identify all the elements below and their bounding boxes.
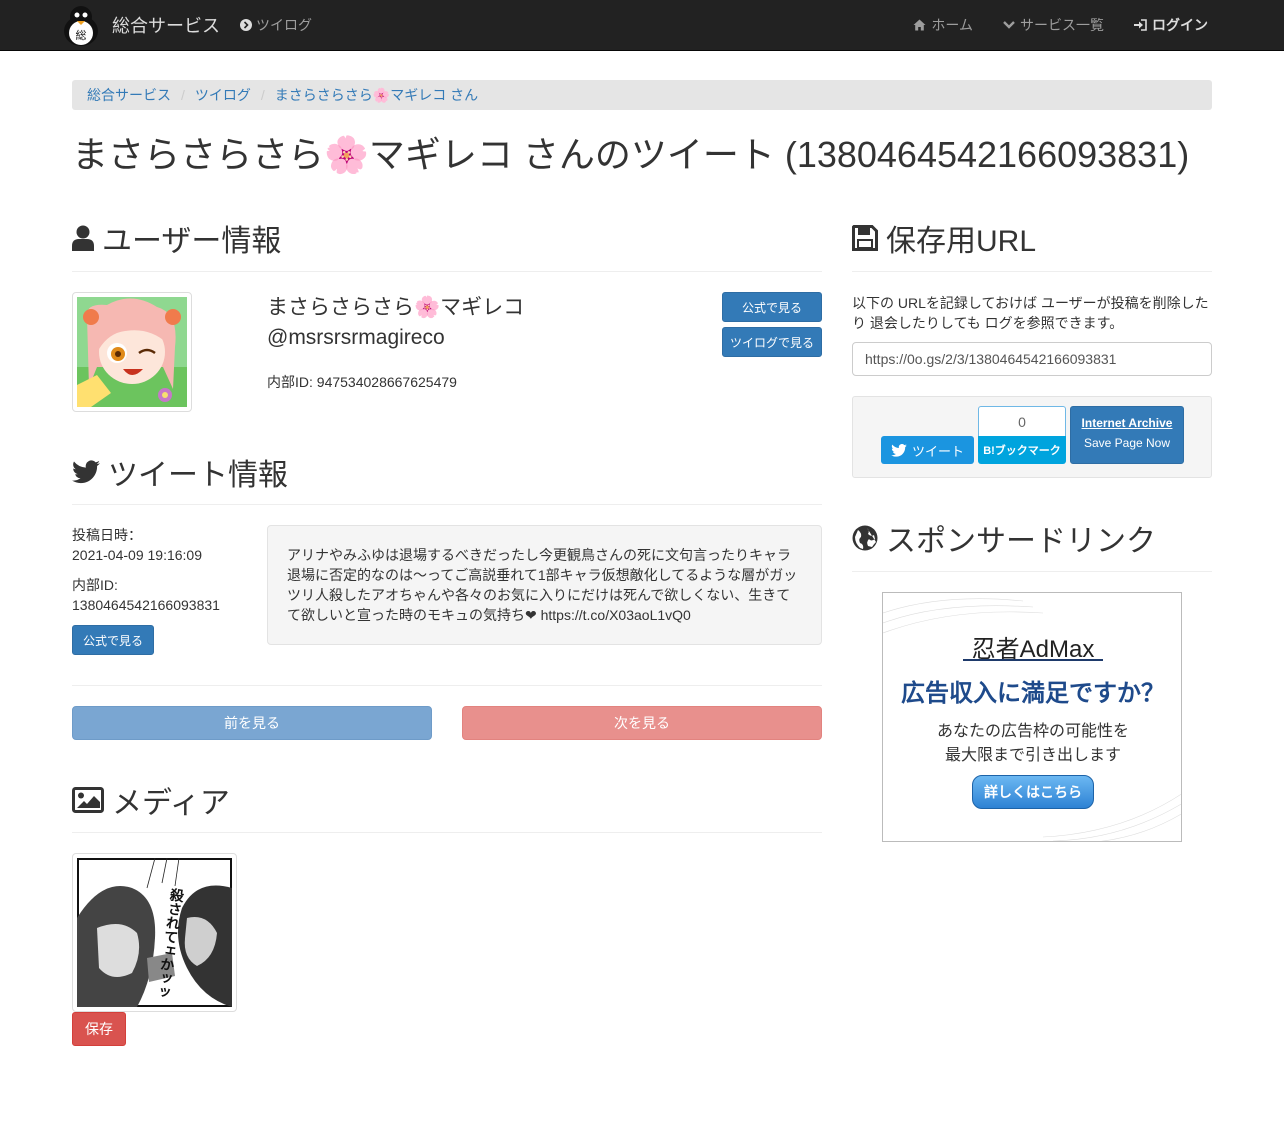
divider [72,271,822,272]
divider [72,685,822,686]
brand-name: 総合サービス [112,16,220,36]
tweet-id-block: 内部ID: 1380464542166093831 [72,575,220,615]
nav-home-label: ホーム [931,17,973,33]
breadcrumb-home[interactable]: 総合サービス [87,85,171,105]
tweet-share-label: ツイート [911,443,964,459]
save-url-title: 保存用URL [886,225,1037,258]
chevron-down-icon [1003,21,1015,29]
posted-at-label: 投稿日時： [72,527,142,543]
nav-twilog-link[interactable]: ツイログ [240,0,312,50]
breadcrumb-separator: / [260,87,265,103]
sponsor-heading: スポンサードリンク [852,516,1156,560]
image-icon [72,787,104,813]
avatar[interactable] [72,292,192,412]
save-url-heading: 保存用URL [852,216,1036,260]
manga-panel-image: 殺されてェかッッ [77,857,232,1007]
avatar-image [77,297,187,407]
share-panel: ツイート 0 B!ブックマーク Internet Archive Save Pa… [852,396,1212,478]
media-heading: メディア [72,778,230,822]
ad-brand-underline [963,659,1103,661]
penguin-logo-icon: 総 [64,6,98,46]
breadcrumb-twilog[interactable]: ツイログ [195,85,251,105]
hatena-bookmark-button[interactable]: B!ブックマーク [978,436,1066,464]
twitter-bird-icon [891,443,907,457]
tweet-share-button[interactable]: ツイート [881,436,974,464]
ad-details-button[interactable]: 詳しくはこちら [972,775,1094,809]
tweet-info-title: ツイート情報 [108,459,288,492]
user-name-block: まさらさらさら🌸マギレコ @msrsrsrmagireco [267,293,524,353]
nav-services-label: サービス一覧 [1020,17,1104,33]
save-url-input[interactable] [852,342,1212,376]
tweet-view-official-button[interactable]: 公式で見る [72,625,154,655]
ia-subtitle: Save Page Now [1083,436,1171,450]
ad-headline: 広告収入に満足ですか？ [901,680,1165,707]
user-info-title: ユーザー情報 [102,225,282,258]
nav-login-label: ログイン [1152,17,1208,33]
divider [72,832,822,833]
next-button[interactable]: 次を見る [462,706,822,740]
svg-text:総: 総 [76,28,87,42]
home-icon [913,19,926,31]
twitter-bird-icon [72,460,100,484]
ad-banner[interactable]: 忍者AdMax 広告収入に満足ですか？ あなたの広告枠の可能性を 最大限まで引き… [882,592,1182,842]
ad-line2: 最大限まで引き出します [944,747,1121,764]
user-info-heading: ユーザー情報 [72,216,281,260]
sponsor-title: スポンサードリンク [886,525,1156,558]
tweet-text: アリナやみふゆは退場するべきだったし今更観鳥さんの死に文句言ったりキャラ退場に否… [267,525,822,645]
floppy-disk-icon [852,225,878,251]
posted-at-block: 投稿日時： 2021-04-09 19:16:09 [72,525,202,565]
media-thumbnail[interactable]: 殺されてェかッッ [72,853,237,1012]
tweet-info-heading: ツイート情報 [72,450,288,494]
nav-twilog-label: ツイログ [256,17,312,33]
brand-link[interactable]: 総 総合サービス [60,2,220,48]
media-title: メディア [112,787,230,820]
posted-at-value: 2021-04-09 19:16:09 [72,547,202,563]
save-url-description: 以下の URLを記録しておけば ユーザーが投稿を削除したり 退会したりしても ロ… [852,295,1209,331]
ia-title: Internet Archive [1081,416,1173,430]
page-title: まさらさらさら🌸マギレコ さんのツイート (138046454216609383… [72,134,1190,175]
screen-name: @msrsrsrmagireco [267,326,445,349]
divider [852,271,1212,272]
breadcrumb: 総合サービス / ツイログ / まさらさらさら🌸マギレコ さん [72,80,1212,110]
divider [72,504,822,505]
nav-home[interactable]: ホーム [913,15,973,35]
tweet-id-value: 1380464542166093831 [72,597,220,613]
breadcrumb-user[interactable]: まさらさらさら🌸マギレコ さん [275,85,478,105]
tweet-body: アリナやみふゆは退場するべきだったし今更観鳥さんの死に文句言ったりキャラ退場に否… [287,547,798,623]
divider [852,571,1212,572]
view-official-button[interactable]: 公式で見る [722,292,822,322]
user-icon [72,225,94,251]
internet-archive-button[interactable]: Internet Archive Save Page Now [1070,406,1184,464]
view-twilog-button[interactable]: ツイログで見る [722,327,822,357]
sign-in-icon [1134,19,1147,31]
user-internal-id: 内部ID: 947534028667625479 [267,374,457,390]
prev-button[interactable]: 前を見る [72,706,432,740]
save-media-button[interactable]: 保存 [72,1012,126,1046]
top-navbar: 総 総合サービス ツイログ ホーム サービス一覧 ログイン [0,0,1284,51]
globe-icon [852,525,878,551]
tweet-id-label: 内部ID: [72,577,118,593]
bookmark-count: 0 [978,406,1066,436]
breadcrumb-separator: / [181,87,185,103]
nav-login[interactable]: ログイン [1134,15,1208,35]
chevron-circle-right-icon [240,19,252,31]
display-name: まさらさらさら🌸マギレコ [267,296,525,319]
ad-line1: あなたの広告枠の可能性を [936,723,1129,740]
nav-right-group: ホーム サービス一覧 ログイン [883,0,1208,50]
nav-services[interactable]: サービス一覧 [1003,15,1104,35]
